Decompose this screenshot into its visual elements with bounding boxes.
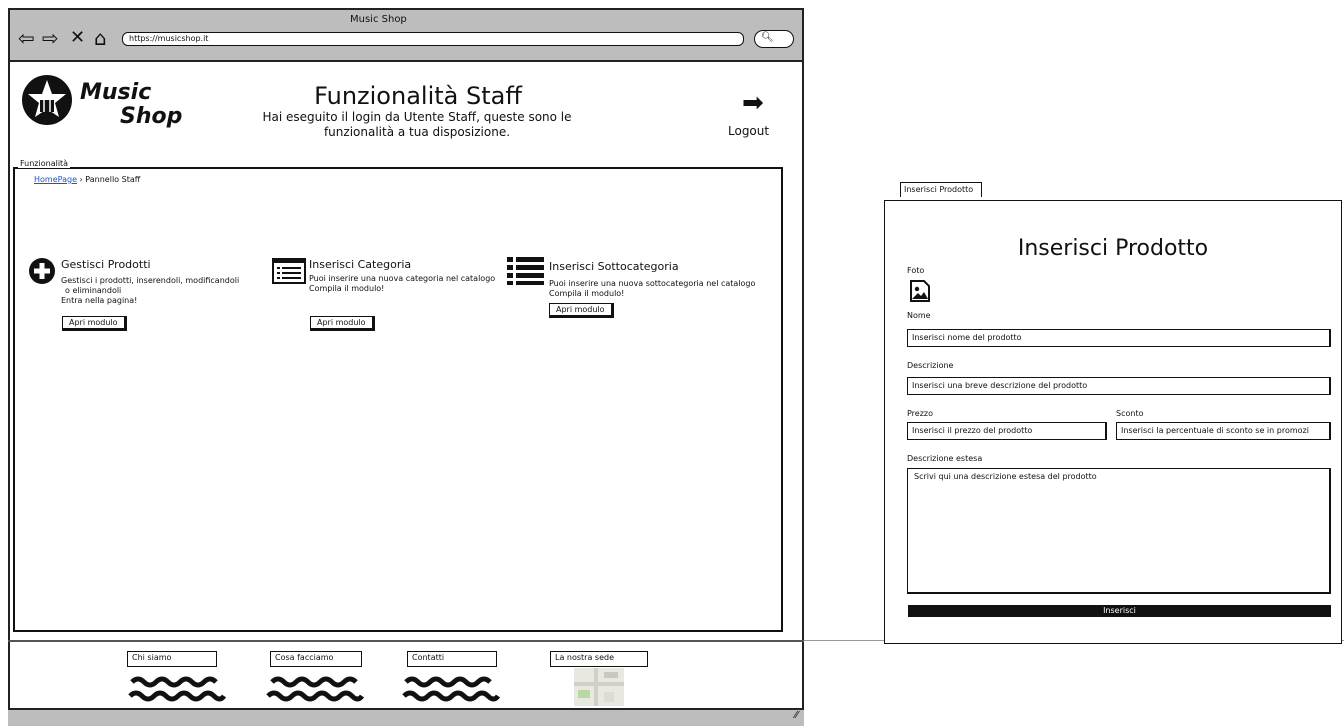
- page-title: Funzionalità Staff: [314, 82, 522, 110]
- nome-input[interactable]: Inserisci nome del prodotto: [907, 329, 1331, 347]
- card-desc-line: Puoi inserire una nuova sottocategoria n…: [549, 279, 756, 288]
- logo-text-music: Music: [80, 80, 152, 105]
- sconto-label: Sconto: [1116, 409, 1144, 418]
- logout-arrow-icon[interactable]: ➡︎: [742, 88, 764, 118]
- descrizione-estesa-label: Descrizione estesa: [907, 454, 983, 463]
- plus-circle-icon: [29, 258, 55, 284]
- inserisci-submit-button[interactable]: Inserisci: [908, 605, 1331, 617]
- footer-link-cosa-facciamo[interactable]: Cosa facciamo: [270, 651, 362, 667]
- footer-link-chi-siamo[interactable]: Chi siamo: [127, 651, 217, 667]
- foto-label: Foto: [907, 266, 925, 275]
- footer-link-la-nostra-sede[interactable]: La nostra sede: [550, 651, 648, 667]
- card-desc: Gestisci i prodotti, inserendoli, modifi…: [61, 276, 261, 306]
- descrizione-estesa-textarea[interactable]: Scrivi qui una descrizione estesa del pr…: [907, 468, 1331, 594]
- map-thumbnail-icon: [574, 668, 624, 706]
- search-field[interactable]: 🔍︎: [754, 30, 794, 48]
- browser-titlebar: Music Shop ⇦ ⇨ ✕ ⌂ https://musicshop.it …: [10, 10, 802, 62]
- sconto-input[interactable]: Inserisci la percentuale di sconto se in…: [1116, 422, 1331, 440]
- magnifier-icon: 🔍︎: [761, 32, 774, 43]
- breadcrumb-current: Pannello Staff: [85, 175, 141, 184]
- fieldset-legend: Funzionalità: [18, 159, 71, 168]
- card-desc-line: Gestisci i prodotti, inserendoli, modifi…: [61, 276, 240, 285]
- card-desc: Puoi inserire una nuova sottocategoria n…: [549, 279, 779, 299]
- logout-label[interactable]: Logout: [728, 124, 769, 138]
- logo-text-shop: Shop: [120, 104, 183, 129]
- scribble-text-placeholder: [266, 676, 365, 702]
- nome-label: Nome: [907, 311, 931, 320]
- card-title-inserisci-categoria: Inserisci Categoria: [309, 258, 412, 271]
- forward-arrow-icon[interactable]: ⇨: [42, 28, 59, 48]
- footer-link-contatti[interactable]: Contatti: [407, 651, 497, 667]
- url-bar[interactable]: https://musicshop.it: [122, 32, 744, 46]
- breadcrumb-chevron-icon: ›: [79, 175, 83, 184]
- funzionalita-fieldset: [13, 167, 783, 632]
- apri-modulo-button[interactable]: Apri modulo: [310, 316, 375, 331]
- image-upload-icon[interactable]: [909, 280, 931, 302]
- prezzo-label: Prezzo: [907, 409, 934, 418]
- resize-grip-icon[interactable]: ⁄⁄: [795, 710, 798, 721]
- descrizione-input[interactable]: Inserisci una breve descrizione del prod…: [907, 377, 1331, 395]
- list-box-icon: [272, 258, 306, 284]
- breadcrumb: HomePage › Pannello Staff: [34, 175, 140, 184]
- tab-inserisci-prodotto[interactable]: Inserisci Prodotto: [900, 182, 983, 197]
- card-desc-line: Compila il modulo!: [309, 284, 385, 293]
- footer-divider: [8, 640, 804, 642]
- card-title-inserisci-sottocategoria: Inserisci Sottocategoria: [549, 260, 679, 273]
- card-title-gestisci-prodotti: Gestisci Prodotti: [61, 258, 151, 271]
- card-desc: Puoi inserire una nuova categoria nel ca…: [309, 274, 509, 294]
- page-subtitle: Hai eseguito il login da Utente Staff, q…: [262, 110, 572, 139]
- stop-icon[interactable]: ✕: [70, 28, 85, 48]
- scribble-text-placeholder: [402, 676, 501, 702]
- card-desc-line: Entra nella pagina!: [61, 296, 138, 305]
- descrizione-label: Descrizione: [907, 361, 954, 370]
- window-title: Music Shop: [350, 14, 407, 25]
- prezzo-input[interactable]: Inserisci il prezzo del prodotto: [907, 422, 1107, 440]
- home-icon[interactable]: ⌂: [94, 28, 107, 48]
- form-title: Inserisci Prodotto: [1017, 236, 1209, 261]
- card-desc-line: Compila il modulo!: [549, 289, 625, 298]
- apri-modulo-button[interactable]: Apri modulo: [62, 316, 127, 331]
- card-desc-line: o eliminandoli: [65, 286, 122, 295]
- back-arrow-icon[interactable]: ⇦: [18, 28, 35, 48]
- card-desc-line: Puoi inserire una nuova categoria nel ca…: [309, 274, 496, 283]
- bulleted-list-icon: [507, 257, 544, 285]
- logo-icon: [22, 75, 72, 125]
- browser-statusbar: ⁄⁄: [8, 708, 804, 726]
- scribble-text-placeholder: [128, 676, 227, 702]
- breadcrumb-home-link[interactable]: HomePage: [34, 175, 77, 184]
- apri-modulo-button[interactable]: Apri modulo: [549, 303, 614, 318]
